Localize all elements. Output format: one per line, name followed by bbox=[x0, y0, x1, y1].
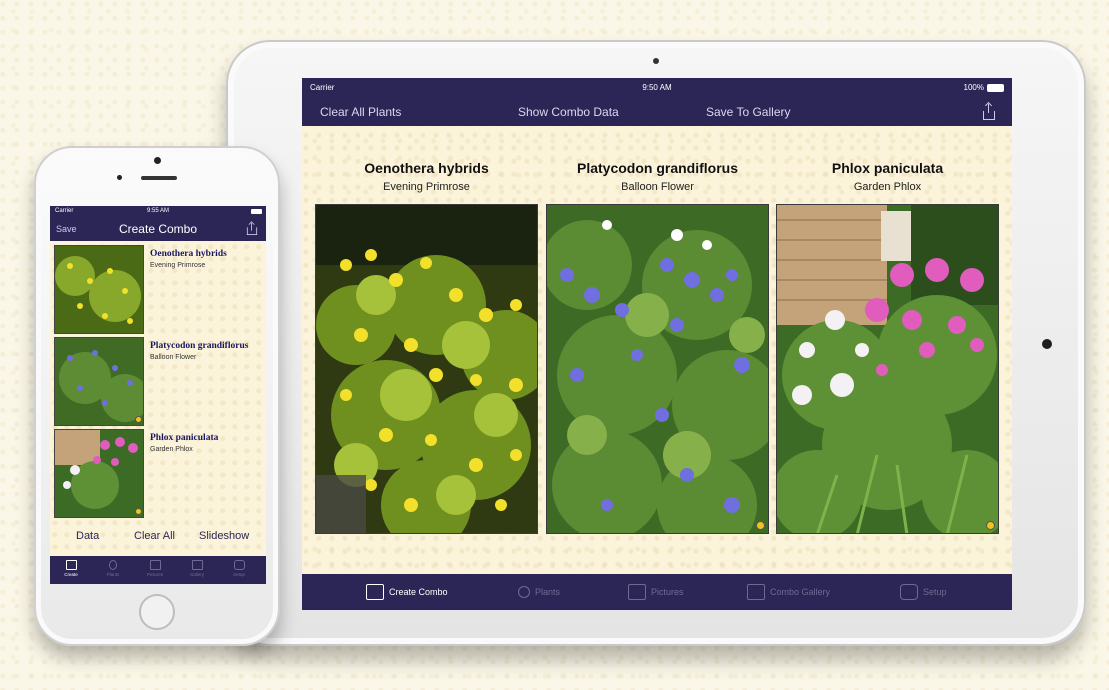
pictures-icon bbox=[628, 584, 646, 600]
tab-label: Gallery bbox=[189, 572, 205, 577]
plant-scientific-name: Platycodon grandiflorus bbox=[576, 160, 738, 176]
clear-all-button[interactable]: Clear All bbox=[134, 530, 175, 542]
plant-header-1: Oenothera hybrids Evening Primrose bbox=[315, 160, 538, 193]
share-icon[interactable] bbox=[246, 221, 258, 235]
plant-common-name: Garden Phlox bbox=[150, 446, 193, 453]
battery-percent: 100% bbox=[963, 83, 984, 92]
plant-common-name: Evening Primrose bbox=[150, 262, 206, 269]
tab-label: Setup bbox=[233, 572, 245, 577]
bottom-tab-bar: Create Combo Plants Pictures Combo Galle… bbox=[302, 574, 1012, 610]
bottom-tab-bar: Create Plants Pictures Gallery Setup bbox=[50, 556, 266, 584]
ipad-device: Carrier 9:50 AM 100% Clear All Plants Sh… bbox=[226, 40, 1086, 646]
indicator-dot bbox=[135, 416, 142, 423]
plant-icon bbox=[518, 586, 530, 598]
iphone-home-button bbox=[139, 594, 175, 630]
show-combo-data-button[interactable]: Show Combo Data bbox=[518, 105, 619, 119]
tab-plants[interactable]: Plants bbox=[98, 559, 128, 583]
plant-thumbnail bbox=[54, 245, 144, 334]
tab-combo-gallery[interactable]: Combo Gallery bbox=[747, 574, 830, 610]
plant-header-3: Phlox paniculata Garden Phlox bbox=[776, 160, 999, 193]
iphone-device: Carrier 9:55 AM Save Create Combo Oenoth… bbox=[34, 146, 280, 646]
ipad-screen: Carrier 9:50 AM 100% Clear All Plants Sh… bbox=[302, 78, 1012, 610]
list-item[interactable]: Phlox paniculata Garden Phlox bbox=[54, 429, 264, 518]
indicator-dot bbox=[986, 521, 995, 530]
data-button[interactable]: Data bbox=[76, 530, 99, 542]
indicator-dot bbox=[756, 521, 765, 530]
plant-header-2: Platycodon grandiflorus Balloon Flower bbox=[546, 160, 769, 193]
tab-label: Setup bbox=[923, 587, 947, 597]
plant-thumbnail bbox=[54, 429, 144, 518]
share-icon[interactable] bbox=[983, 101, 995, 120]
plant-photo-phlox[interactable] bbox=[776, 204, 999, 534]
plant-scientific-name: Phlox paniculata bbox=[150, 433, 219, 443]
create-combo-icon bbox=[366, 584, 384, 600]
tab-setup[interactable]: Setup bbox=[224, 559, 254, 583]
plant-thumbnail bbox=[54, 337, 144, 426]
save-to-gallery-button[interactable]: Save To Gallery bbox=[706, 105, 791, 119]
tab-label: Plants bbox=[106, 572, 120, 577]
tab-pictures[interactable]: Pictures bbox=[628, 574, 684, 610]
gallery-icon bbox=[747, 584, 765, 600]
iphone-screen: Carrier 9:55 AM Save Create Combo Oenoth… bbox=[50, 206, 266, 584]
iphone-sensor bbox=[117, 175, 122, 180]
plant-common-name: Balloon Flower bbox=[150, 354, 197, 361]
plant-scientific-name: Oenothera hybrids bbox=[150, 249, 227, 259]
plant-common-name: Balloon Flower bbox=[621, 181, 694, 193]
iphone-speaker bbox=[141, 176, 177, 180]
tab-label: Create bbox=[64, 572, 78, 577]
plant-icon bbox=[109, 560, 117, 570]
page-title: Create Combo bbox=[118, 222, 198, 236]
tab-label: Pictures bbox=[651, 587, 684, 597]
plant-scientific-name: Platycodon grandiflorus bbox=[150, 341, 249, 351]
tab-label: Create Combo bbox=[389, 587, 448, 597]
create-combo-icon bbox=[65, 560, 77, 570]
tab-create[interactable]: Create bbox=[56, 559, 86, 583]
top-nav-bar: Clear All Plants Show Combo Data Save To… bbox=[302, 98, 1012, 126]
action-bar: Data Clear All Slideshow bbox=[50, 526, 266, 548]
plant-common-name: Garden Phlox bbox=[853, 181, 922, 193]
plant-photo-platycodon[interactable] bbox=[546, 204, 769, 534]
ipad-home-button bbox=[1042, 339, 1052, 349]
list-item[interactable]: Oenothera hybrids Evening Primrose bbox=[54, 245, 264, 334]
clear-all-plants-button[interactable]: Clear All Plants bbox=[320, 105, 401, 119]
plant-photo-oenothera[interactable] bbox=[315, 204, 538, 534]
tab-label: Combo Gallery bbox=[770, 587, 831, 597]
tab-pictures[interactable]: Pictures bbox=[140, 559, 170, 583]
tab-label: Pictures bbox=[146, 572, 164, 577]
status-time: 9:50 AM bbox=[642, 83, 672, 92]
gear-icon bbox=[900, 584, 918, 600]
plant-scientific-name: Phlox paniculata bbox=[831, 160, 944, 176]
gallery-icon bbox=[191, 560, 203, 570]
status-bar: Carrier 9:50 AM 100% bbox=[302, 78, 1012, 98]
status-time: 9:55 AM bbox=[146, 208, 169, 214]
list-item[interactable]: Platycodon grandiflorus Balloon Flower bbox=[54, 337, 264, 426]
tab-create-combo[interactable]: Create Combo bbox=[366, 574, 448, 610]
status-bar: Carrier 9:55 AM bbox=[50, 206, 266, 217]
tab-setup[interactable]: Setup bbox=[900, 574, 947, 610]
pictures-icon bbox=[149, 560, 161, 570]
plant-common-name: Evening Primrose bbox=[383, 181, 470, 193]
battery-icon bbox=[987, 84, 1004, 92]
slideshow-button[interactable]: Slideshow bbox=[199, 530, 249, 542]
plant-scientific-name: Oenothera hybrids bbox=[364, 160, 489, 176]
indicator-dot bbox=[135, 508, 142, 515]
gear-icon bbox=[233, 560, 245, 570]
battery-icon bbox=[251, 209, 262, 214]
tab-plants[interactable]: Plants bbox=[518, 574, 560, 610]
iphone-camera bbox=[154, 157, 161, 164]
tab-label: Plants bbox=[535, 587, 561, 597]
top-nav-bar: Save Create Combo bbox=[50, 217, 266, 241]
ipad-camera bbox=[653, 58, 659, 64]
tab-gallery[interactable]: Gallery bbox=[182, 559, 212, 583]
